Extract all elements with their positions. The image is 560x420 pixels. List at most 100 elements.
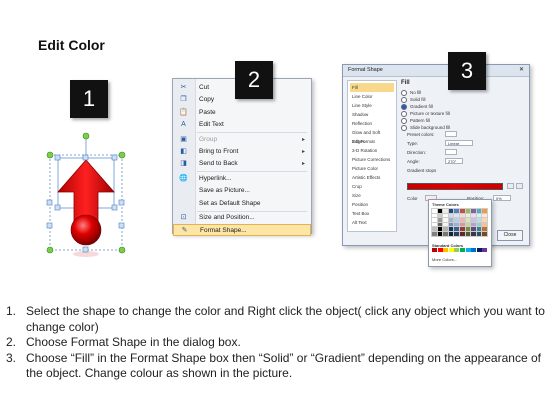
category-item[interactable]: Shadow — [350, 110, 394, 119]
theme-color-swatch[interactable] — [453, 212, 461, 219]
gradient-stops-bar[interactable] — [407, 183, 503, 190]
theme-color-swatch[interactable] — [464, 208, 472, 214]
theme-color-swatch[interactable] — [475, 226, 483, 233]
category-item[interactable]: Size — [350, 191, 394, 200]
category-item[interactable]: Picture Color — [350, 164, 394, 173]
more-colors-link[interactable]: More Colors... — [432, 257, 457, 262]
fill-option-radio[interactable]: Solid fill — [401, 96, 426, 103]
standard-color-swatch[interactable] — [443, 248, 449, 252]
category-item[interactable]: Glow and Soft Edges — [350, 128, 394, 144]
theme-color-swatch[interactable] — [431, 208, 438, 214]
arrow-shape-illustration[interactable] — [40, 130, 140, 260]
category-item[interactable]: Position — [350, 200, 394, 209]
category-item[interactable]: Text Box — [350, 209, 394, 218]
standard-color-swatch[interactable] — [437, 248, 443, 252]
theme-color-swatch[interactable] — [447, 217, 455, 224]
standard-color-swatch[interactable] — [448, 248, 454, 252]
standard-color-swatch[interactable] — [476, 248, 482, 252]
theme-color-swatch[interactable] — [436, 208, 444, 214]
menu-item-hyperlink[interactable]: 🌐 Hyperlink... — [173, 173, 311, 185]
theme-color-swatch[interactable] — [431, 226, 438, 233]
menu-item-send-to-back[interactable]: ◨ Send to Back ▸ — [173, 158, 311, 170]
menu-item-paste[interactable]: 📋 Paste — [173, 107, 311, 119]
theme-color-swatch[interactable] — [481, 212, 489, 219]
theme-color-swatch[interactable] — [447, 212, 455, 219]
fill-option-radio[interactable]: Pattern fill — [401, 117, 430, 124]
theme-color-swatch[interactable] — [458, 208, 466, 214]
theme-color-swatch[interactable] — [458, 230, 466, 237]
theme-color-swatch[interactable] — [431, 230, 438, 237]
menu-item-size-and-position[interactable]: ⊡ Size and Position... — [173, 212, 311, 224]
add-stop-button[interactable] — [507, 183, 514, 189]
fill-option-radio[interactable]: Gradient fill — [401, 103, 433, 110]
standard-color-swatch[interactable] — [432, 248, 437, 252]
menu-item-save-as-picture[interactable]: Save as Picture... — [173, 185, 311, 197]
theme-color-swatch[interactable] — [481, 221, 489, 228]
theme-color-swatch[interactable] — [464, 217, 472, 224]
theme-color-swatch[interactable] — [464, 226, 472, 233]
menu-item-set-as-default-shape[interactable]: Set as Default Shape — [173, 198, 311, 210]
theme-color-swatch[interactable] — [475, 208, 483, 214]
theme-color-swatch[interactable] — [442, 226, 450, 233]
category-item[interactable]: Picture Corrections — [350, 155, 394, 164]
theme-color-swatch[interactable] — [470, 208, 478, 214]
category-item[interactable]: Reflection — [350, 119, 394, 128]
menu-item-bring-to-front[interactable]: ◧ Bring to Front ▸ — [173, 146, 311, 158]
theme-color-swatch[interactable] — [447, 208, 455, 214]
theme-color-swatch[interactable] — [458, 217, 466, 224]
theme-color-swatch[interactable] — [447, 221, 455, 228]
theme-color-swatch[interactable] — [464, 230, 472, 237]
fill-option-radio[interactable]: Picture or texture fill — [401, 110, 450, 117]
theme-color-swatch[interactable] — [481, 217, 489, 224]
theme-color-swatch[interactable] — [470, 212, 478, 219]
theme-color-swatch[interactable] — [475, 212, 483, 219]
fill-option-radio[interactable]: Slide background fill — [401, 124, 450, 131]
theme-color-swatch[interactable] — [481, 226, 489, 233]
theme-color-swatch[interactable] — [453, 226, 461, 233]
theme-color-swatch[interactable] — [442, 221, 450, 228]
angle-input[interactable]: 270° — [445, 158, 463, 164]
theme-color-swatch[interactable] — [436, 217, 444, 224]
theme-color-swatch[interactable] — [464, 212, 472, 219]
theme-color-swatch[interactable] — [431, 221, 438, 228]
fill-option-radio[interactable]: No fill — [401, 89, 421, 96]
category-item[interactable]: 3-D Rotation — [350, 146, 394, 155]
theme-color-swatch[interactable] — [470, 217, 478, 224]
theme-color-swatch[interactable] — [442, 208, 450, 214]
theme-color-swatch[interactable] — [442, 217, 450, 224]
category-item[interactable]: Line Color — [350, 92, 394, 101]
theme-color-swatch[interactable] — [481, 208, 489, 214]
standard-color-swatch[interactable] — [482, 248, 488, 252]
theme-color-swatch[interactable] — [470, 221, 478, 228]
theme-color-swatch[interactable] — [436, 226, 444, 233]
theme-color-swatch[interactable] — [447, 226, 455, 233]
category-item[interactable]: 3-D Format — [350, 137, 394, 146]
theme-color-swatch[interactable] — [470, 230, 478, 237]
category-item[interactable]: Fill — [350, 83, 394, 92]
theme-color-swatch[interactable] — [442, 212, 450, 219]
theme-color-swatch[interactable] — [475, 221, 483, 228]
close-icon[interactable]: ✕ — [519, 65, 524, 76]
theme-color-swatch[interactable] — [453, 208, 461, 214]
theme-color-swatch[interactable] — [447, 230, 455, 237]
standard-color-swatch[interactable] — [454, 248, 460, 252]
theme-color-swatch[interactable] — [453, 230, 461, 237]
theme-color-swatch[interactable] — [458, 221, 466, 228]
theme-color-swatch[interactable] — [458, 212, 466, 219]
theme-color-swatch[interactable] — [442, 230, 450, 237]
direction-dropdown[interactable] — [445, 149, 457, 155]
category-item[interactable]: Alt Text — [350, 218, 394, 227]
theme-color-swatch[interactable] — [436, 212, 444, 219]
theme-color-swatch[interactable] — [475, 217, 483, 224]
theme-color-swatch[interactable] — [475, 230, 483, 237]
theme-color-swatch[interactable] — [464, 221, 472, 228]
close-button[interactable]: Close — [497, 230, 523, 241]
theme-color-swatch[interactable] — [431, 217, 438, 224]
menu-item-edit-text[interactable]: A Edit Text — [173, 119, 311, 131]
preset-colors-dropdown[interactable] — [445, 131, 457, 137]
standard-color-swatch[interactable] — [465, 248, 471, 252]
category-item[interactable]: Crop — [350, 182, 394, 191]
category-item[interactable]: Artistic Effects — [350, 173, 394, 182]
theme-color-swatch[interactable] — [436, 221, 444, 228]
standard-color-swatch[interactable] — [459, 248, 465, 252]
